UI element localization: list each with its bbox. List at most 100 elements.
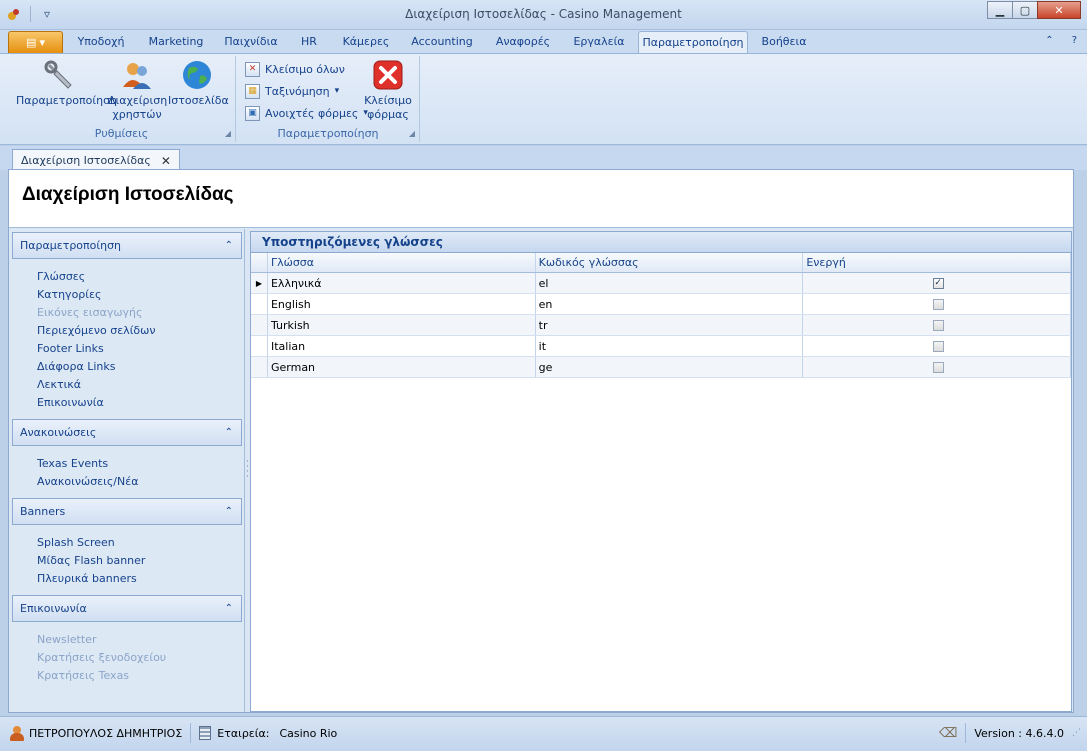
dialog-launcher-icon[interactable]: ◢: [409, 129, 415, 138]
minimize-button[interactable]: ▁: [987, 1, 1013, 19]
nav-item-languages[interactable]: Γλώσσες: [37, 268, 242, 286]
cell-active: [803, 336, 1071, 356]
cell-language[interactable]: English: [268, 294, 536, 314]
table-row[interactable]: English en: [251, 294, 1071, 315]
nav-items: Newsletter Κρατήσεις ξενοδοχείου Κρατήσε…: [12, 622, 242, 685]
active-checkbox[interactable]: ✓: [932, 277, 944, 289]
settings-button[interactable]: Παραμετροποίηση: [16, 58, 118, 108]
nav-group-header[interactable]: Επικοινωνία ⌃: [12, 595, 242, 622]
nav-group-title: Παραμετροποίηση: [20, 239, 122, 252]
building-icon: [199, 726, 212, 740]
close-form-label-2: φόρμας: [367, 108, 409, 121]
minimize-ribbon-icon[interactable]: ⌃: [1045, 35, 1053, 46]
nav-item-categories[interactable]: Κατηγορίες: [37, 286, 242, 304]
nav-item-texas-events[interactable]: Texas Events: [37, 455, 242, 473]
table-row[interactable]: German ge: [251, 357, 1071, 378]
chevron-up-icon: ⌃: [224, 240, 233, 251]
tab-hr[interactable]: HR: [292, 34, 326, 53]
cell-code[interactable]: tr: [536, 315, 804, 335]
settings-button-label: Παραμετροποίηση: [16, 94, 118, 107]
cell-code[interactable]: en: [536, 294, 804, 314]
table-row[interactable]: ▶ Ελληνικά el ✓: [251, 273, 1071, 294]
status-separator: [190, 723, 192, 743]
cell-active: [803, 294, 1071, 314]
table-row[interactable]: Turkish tr: [251, 315, 1071, 336]
nav-item-side-banners[interactable]: Πλευρικά banners: [37, 570, 242, 588]
close-all-icon: ✕: [245, 61, 260, 77]
arrange-label: Ταξινόμηση: [265, 84, 330, 98]
active-checkbox[interactable]: [932, 340, 944, 352]
open-forms-button[interactable]: ▣ Ανοιχτές φόρμες ▾: [245, 103, 368, 123]
nav-items: Texas Events Ανακοινώσεις/Νέα: [12, 446, 242, 491]
tab-anafores[interactable]: Αναφορές: [488, 34, 558, 53]
tab-ergaleia[interactable]: Εργαλεία: [566, 34, 632, 53]
splitter-handle[interactable]: · · · ·: [246, 458, 249, 482]
globe-icon: [180, 58, 214, 92]
maximize-button[interactable]: ▢: [1012, 1, 1038, 19]
row-indicator: [251, 336, 268, 356]
arrange-button[interactable]: ▦ Ταξινόμηση ▾: [245, 81, 339, 101]
cell-language[interactable]: German: [268, 357, 536, 377]
tab-ypodoxi[interactable]: Υποδοχή: [68, 34, 134, 53]
cell-language[interactable]: Ελληνικά: [268, 273, 536, 293]
window-title: Διαχείριση Ιστοσελίδας - Casino Manageme…: [405, 7, 682, 21]
ribbon-group-settings: Παραμετροποίηση Διαχείριση χρηστών Ιστοσ…: [8, 56, 236, 142]
help-icon[interactable]: ?: [1072, 35, 1077, 46]
table-row[interactable]: Italian it: [251, 336, 1071, 357]
application-menu-button[interactable]: ▤ ▾: [8, 31, 63, 53]
nav-item-news[interactable]: Ανακοινώσεις/Νέα: [37, 473, 242, 491]
dialog-launcher-icon[interactable]: ◢: [225, 129, 231, 138]
nav-item-misc-links[interactable]: Διάφορα Links: [37, 358, 242, 376]
document-tab-strip: Διαχείριση Ιστοσελίδας ✕: [0, 146, 1087, 171]
tab-kameres[interactable]: Κάμερες: [336, 34, 396, 53]
status-separator: [965, 723, 967, 743]
grid-header: Γλώσσα Κωδικός γλώσσας Ενεργή: [251, 253, 1071, 273]
tab-marketing[interactable]: Marketing: [142, 34, 210, 53]
cell-code[interactable]: ge: [536, 357, 804, 377]
column-header-language[interactable]: Γλώσσα: [268, 253, 536, 272]
nav-group-header[interactable]: Ανακοινώσεις ⌃: [12, 419, 242, 446]
tab-voitheia[interactable]: Βοήθεια: [756, 34, 812, 53]
open-forms-icon: ▣: [245, 105, 260, 121]
chevron-down-icon: ▾: [39, 36, 45, 49]
nav-item-footer-links[interactable]: Footer Links: [37, 340, 242, 358]
status-company-value: Casino Rio: [279, 726, 338, 740]
website-button[interactable]: Ιστοσελίδα: [168, 58, 229, 108]
nav-group-announcements: Ανακοινώσεις ⌃ Texas Events Ανακοινώσεις…: [12, 419, 242, 491]
nav-item-midas-flash-banner[interactable]: Μίδας Flash banner: [37, 552, 242, 570]
nav-items: Γλώσσες Κατηγορίες Εικόνες εισαγωγής Περ…: [12, 259, 242, 412]
nav-item-splash-screen[interactable]: Splash Screen: [37, 534, 242, 552]
row-indicator-icon: ▶: [251, 273, 268, 293]
status-user: ΠΕΤΡΟΠΟΥΛΟΣ ΔΗΜΗΤΡΙΟΣ: [29, 726, 183, 740]
column-header-active[interactable]: Ενεργή: [803, 253, 1071, 272]
cell-code[interactable]: it: [536, 336, 804, 356]
cell-code[interactable]: el: [536, 273, 804, 293]
active-checkbox[interactable]: [932, 298, 944, 310]
nav-group-header[interactable]: Παραμετροποίηση ⌃: [12, 232, 242, 259]
active-checkbox[interactable]: [932, 319, 944, 331]
close-form-button[interactable]: Κλείσιμο φόρμας: [363, 58, 413, 122]
group-label-configuration: Παραμετροποίηση: [277, 127, 379, 140]
tab-parametropoiisi[interactable]: Παραμετροποίηση: [638, 31, 748, 54]
broom-icon[interactable]: ⌫: [939, 726, 957, 741]
nav-item-contact[interactable]: Επικοινωνία: [37, 394, 242, 412]
nav-group-header[interactable]: Banners ⌃: [12, 498, 242, 525]
tab-paixnidia[interactable]: Παιχνίδια: [218, 34, 284, 53]
column-header-code[interactable]: Κωδικός γλώσσας: [536, 253, 804, 272]
window-controls: ▁ ▢ ✕: [987, 1, 1081, 19]
row-indicator: [251, 294, 268, 314]
tab-accounting[interactable]: Accounting: [406, 34, 478, 53]
user-management-button[interactable]: Διαχείριση χρηστών: [108, 58, 167, 122]
close-tab-icon[interactable]: ✕: [161, 154, 171, 168]
close-window-button[interactable]: ✕: [1037, 1, 1081, 19]
active-checkbox[interactable]: [932, 361, 944, 373]
cell-language[interactable]: Turkish: [268, 315, 536, 335]
nav-item-page-content[interactable]: Περιεχόμενο σελίδων: [37, 322, 242, 340]
close-all-button[interactable]: ✕ Κλείσιμο όλων: [245, 59, 345, 79]
cell-language[interactable]: Italian: [268, 336, 536, 356]
status-bar: ΠΕΤΡΟΠΟΥΛΟΣ ΔΗΜΗΤΡΙΟΣ Εταιρεία: Casino R…: [0, 716, 1087, 751]
document-tab[interactable]: Διαχείριση Ιστοσελίδας ✕: [12, 149, 180, 171]
nav-item-labels[interactable]: Λεκτικά: [37, 376, 242, 394]
nav-group-communication: Επικοινωνία ⌃ Newsletter Κρατήσεις ξενοδ…: [12, 595, 242, 685]
resize-grip-icon[interactable]: ⋰: [1072, 728, 1081, 738]
